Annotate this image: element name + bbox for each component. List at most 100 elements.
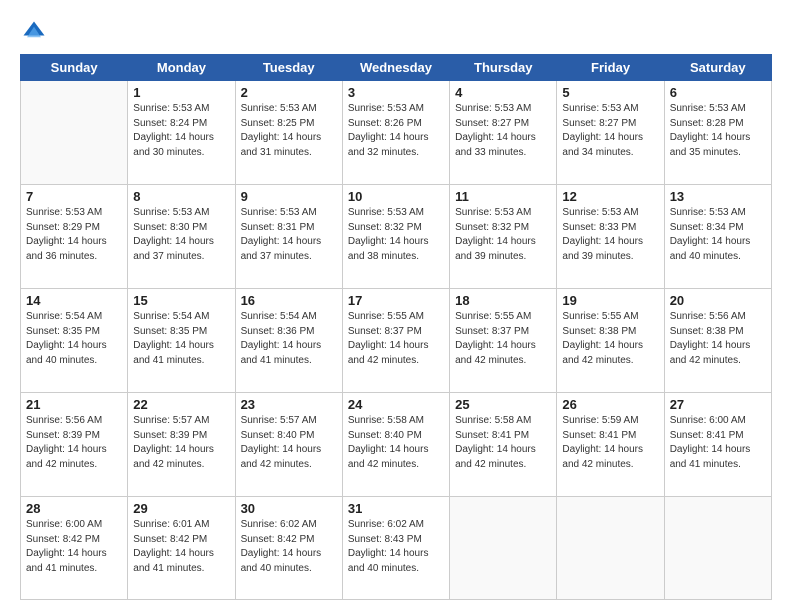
calendar-day-header: Friday <box>557 55 664 81</box>
day-info: Sunrise: 6:02 AM Sunset: 8:43 PM Dayligh… <box>348 518 444 576</box>
day-number: 12 <box>562 189 658 204</box>
calendar-day-header: Sunday <box>21 55 128 81</box>
calendar-day-header: Thursday <box>450 55 557 81</box>
day-info: Sunrise: 5:53 AM Sunset: 8:34 PM Dayligh… <box>670 206 766 264</box>
calendar-cell: 4Sunrise: 5:53 AM Sunset: 8:27 PM Daylig… <box>450 81 557 185</box>
calendar-cell: 12 Sunrise: 5:53 AM Sunset: 8:33 PM Dayli… <box>557 185 664 289</box>
calendar-cell: 30 Sunrise: 6:02 AM Sunset: 8:42 PM Dayli… <box>235 497 342 600</box>
calendar-cell: 23 Sunrise: 5:57 AM Sunset: 8:40 PM Dayli… <box>235 393 342 497</box>
calendar-cell: 27Sunrise: 6:00 AM Sunset: 8:41 PM Dayli… <box>664 393 771 497</box>
day-number: 10 <box>348 189 444 204</box>
day-info: Sunrise: 5:56 AM Sunset: 8:39 PM Dayligh… <box>26 414 122 472</box>
day-number: 26 <box>562 397 658 412</box>
day-number: 1 <box>133 85 229 100</box>
day-number: 25 <box>455 397 551 412</box>
day-info: Sunrise: 5:53 AM Sunset: 8:25 PM Dayligh… <box>241 102 337 160</box>
day-info: Sunrise: 5:53 AM Sunset: 8:27 PM Dayligh… <box>455 102 551 160</box>
day-number: 7 <box>26 189 122 204</box>
day-info: Sunrise: 5:56 AM Sunset: 8:38 PM Dayligh… <box>670 310 766 368</box>
day-info: Sunrise: 5:58 AM Sunset: 8:40 PM Dayligh… <box>348 414 444 472</box>
day-number: 5 <box>562 85 658 100</box>
day-info: Sunrise: 5:53 AM Sunset: 8:27 PM Dayligh… <box>562 102 658 160</box>
calendar-cell: 15 Sunrise: 5:54 AM Sunset: 8:35 PM Dayli… <box>128 289 235 393</box>
day-number: 18 <box>455 293 551 308</box>
day-number: 16 <box>241 293 337 308</box>
calendar-cell: 17 Sunrise: 5:55 AM Sunset: 8:37 PM Dayli… <box>342 289 449 393</box>
calendar-cell: 8 Sunrise: 5:53 AM Sunset: 8:30 PM Daylig… <box>128 185 235 289</box>
day-number: 28 <box>26 501 122 516</box>
calendar-cell: 1Sunrise: 5:53 AM Sunset: 8:24 PM Daylig… <box>128 81 235 185</box>
calendar-week-row: 28 Sunrise: 6:00 AM Sunset: 8:42 PM Dayli… <box>21 497 772 600</box>
day-number: 24 <box>348 397 444 412</box>
day-number: 13 <box>670 189 766 204</box>
day-info: Sunrise: 6:01 AM Sunset: 8:42 PM Dayligh… <box>133 518 229 576</box>
day-info: Sunrise: 5:59 AM Sunset: 8:41 PM Dayligh… <box>562 414 658 472</box>
day-number: 9 <box>241 189 337 204</box>
calendar-week-row: 14 Sunrise: 5:54 AM Sunset: 8:35 PM Dayli… <box>21 289 772 393</box>
day-info: Sunrise: 5:53 AM Sunset: 8:28 PM Dayligh… <box>670 102 766 160</box>
calendar-cell: 14Sunrise: 5:54 AM Sunset: 8:35 PM Dayli… <box>21 289 128 393</box>
header <box>20 18 772 46</box>
calendar-cell <box>450 497 557 600</box>
day-number: 14 <box>26 293 122 308</box>
day-info: Sunrise: 5:53 AM Sunset: 8:32 PM Dayligh… <box>348 206 444 264</box>
calendar-cell <box>664 497 771 600</box>
day-info: Sunrise: 5:54 AM Sunset: 8:35 PM Dayligh… <box>133 310 229 368</box>
day-number: 19 <box>562 293 658 308</box>
day-number: 30 <box>241 501 337 516</box>
calendar-day-header: Monday <box>128 55 235 81</box>
calendar-week-row: 1Sunrise: 5:53 AM Sunset: 8:24 PM Daylig… <box>21 81 772 185</box>
calendar-cell: 5 Sunrise: 5:53 AM Sunset: 8:27 PM Daylig… <box>557 81 664 185</box>
day-number: 23 <box>241 397 337 412</box>
calendar-cell: 31 Sunrise: 6:02 AM Sunset: 8:43 PM Dayli… <box>342 497 449 600</box>
calendar-day-header: Wednesday <box>342 55 449 81</box>
day-info: Sunrise: 6:00 AM Sunset: 8:41 PM Dayligh… <box>670 414 766 472</box>
day-info: Sunrise: 6:02 AM Sunset: 8:42 PM Dayligh… <box>241 518 337 576</box>
day-info: Sunrise: 5:53 AM Sunset: 8:29 PM Dayligh… <box>26 206 122 264</box>
calendar-cell: 25 Sunrise: 5:58 AM Sunset: 8:41 PM Dayli… <box>450 393 557 497</box>
calendar-cell: 20 Sunrise: 5:56 AM Sunset: 8:38 PM Dayli… <box>664 289 771 393</box>
calendar-cell: 3 Sunrise: 5:53 AM Sunset: 8:26 PM Daylig… <box>342 81 449 185</box>
day-number: 17 <box>348 293 444 308</box>
calendar-cell: 2 Sunrise: 5:53 AM Sunset: 8:25 PM Daylig… <box>235 81 342 185</box>
calendar-header-row: SundayMondayTuesdayWednesdayThursdayFrid… <box>21 55 772 81</box>
day-number: 11 <box>455 189 551 204</box>
day-info: Sunrise: 5:55 AM Sunset: 8:37 PM Dayligh… <box>348 310 444 368</box>
calendar-week-row: 21Sunrise: 5:56 AM Sunset: 8:39 PM Dayli… <box>21 393 772 497</box>
day-number: 15 <box>133 293 229 308</box>
day-info: Sunrise: 5:53 AM Sunset: 8:32 PM Dayligh… <box>455 206 551 264</box>
page: SundayMondayTuesdayWednesdayThursdayFrid… <box>0 0 792 612</box>
calendar-cell: 22Sunrise: 5:57 AM Sunset: 8:39 PM Dayli… <box>128 393 235 497</box>
day-info: Sunrise: 5:57 AM Sunset: 8:39 PM Dayligh… <box>133 414 229 472</box>
day-number: 8 <box>133 189 229 204</box>
calendar-cell: 7 Sunrise: 5:53 AM Sunset: 8:29 PM Daylig… <box>21 185 128 289</box>
calendar-cell: 9 Sunrise: 5:53 AM Sunset: 8:31 PM Daylig… <box>235 185 342 289</box>
calendar-cell: 21Sunrise: 5:56 AM Sunset: 8:39 PM Dayli… <box>21 393 128 497</box>
day-number: 20 <box>670 293 766 308</box>
calendar-table: SundayMondayTuesdayWednesdayThursdayFrid… <box>20 54 772 600</box>
calendar-cell: 16 Sunrise: 5:54 AM Sunset: 8:36 PM Dayli… <box>235 289 342 393</box>
day-info: Sunrise: 5:55 AM Sunset: 8:38 PM Dayligh… <box>562 310 658 368</box>
day-info: Sunrise: 6:00 AM Sunset: 8:42 PM Dayligh… <box>26 518 122 576</box>
calendar-cell: 13 Sunrise: 5:53 AM Sunset: 8:34 PM Dayli… <box>664 185 771 289</box>
calendar-cell: 19 Sunrise: 5:55 AM Sunset: 8:38 PM Dayli… <box>557 289 664 393</box>
logo-icon <box>20 18 48 46</box>
day-info: Sunrise: 5:58 AM Sunset: 8:41 PM Dayligh… <box>455 414 551 472</box>
day-number: 31 <box>348 501 444 516</box>
day-info: Sunrise: 5:53 AM Sunset: 8:31 PM Dayligh… <box>241 206 337 264</box>
day-info: Sunrise: 5:55 AM Sunset: 8:37 PM Dayligh… <box>455 310 551 368</box>
calendar-cell: 11 Sunrise: 5:53 AM Sunset: 8:32 PM Dayli… <box>450 185 557 289</box>
calendar-cell: 10 Sunrise: 5:53 AM Sunset: 8:32 PM Dayli… <box>342 185 449 289</box>
day-info: Sunrise: 5:57 AM Sunset: 8:40 PM Dayligh… <box>241 414 337 472</box>
day-info: Sunrise: 5:53 AM Sunset: 8:26 PM Dayligh… <box>348 102 444 160</box>
calendar-cell: 24 Sunrise: 5:58 AM Sunset: 8:40 PM Dayli… <box>342 393 449 497</box>
day-info: Sunrise: 5:54 AM Sunset: 8:36 PM Dayligh… <box>241 310 337 368</box>
day-number: 2 <box>241 85 337 100</box>
calendar-cell <box>21 81 128 185</box>
logo <box>20 18 52 46</box>
day-info: Sunrise: 5:53 AM Sunset: 8:30 PM Dayligh… <box>133 206 229 264</box>
day-info: Sunrise: 5:53 AM Sunset: 8:33 PM Dayligh… <box>562 206 658 264</box>
calendar-cell: 26 Sunrise: 5:59 AM Sunset: 8:41 PM Dayli… <box>557 393 664 497</box>
calendar-day-header: Tuesday <box>235 55 342 81</box>
day-number: 3 <box>348 85 444 100</box>
